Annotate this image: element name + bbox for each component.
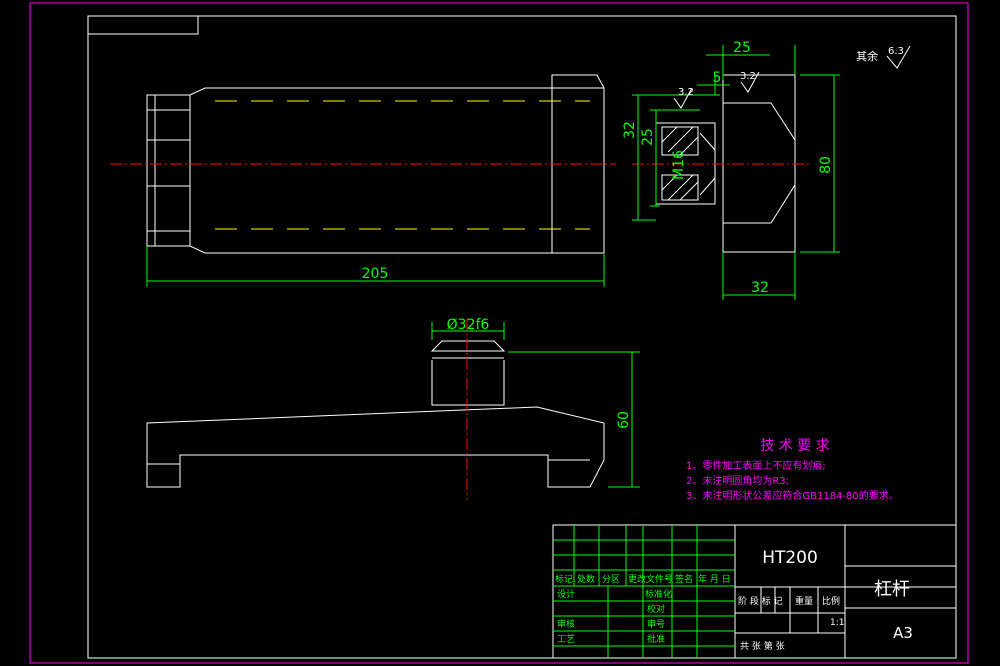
roughness-b-value: 3.2 bbox=[740, 71, 756, 82]
roughness-other-label: 其余 bbox=[856, 49, 878, 63]
front-hidden-lines bbox=[215, 100, 590, 230]
roughness-a-value: 3.2 bbox=[678, 87, 694, 98]
top-view bbox=[146, 340, 605, 488]
tb-review: 审核 bbox=[557, 618, 575, 630]
rev-h-1: 处数 bbox=[577, 573, 595, 585]
drawing-sheet: 205 25 5 80 32 32 25 M16 3.2 3.2 其余 6.3 … bbox=[29, 2, 969, 664]
roughness-other-value: 6.3 bbox=[888, 46, 904, 57]
title-block-grid bbox=[553, 525, 735, 658]
dim-5: 5 bbox=[713, 70, 722, 86]
dim-m16: M16 bbox=[671, 150, 687, 180]
tb-standardize: 标准化 bbox=[645, 588, 672, 600]
material: HT200 bbox=[762, 548, 818, 568]
stage-h-1: 重量 bbox=[795, 595, 813, 607]
tb-process: 工艺 bbox=[557, 634, 575, 645]
dim-shaft-diameter: Ø32f6 bbox=[447, 317, 490, 333]
sheet-count: 共 张 第 张 bbox=[740, 640, 785, 652]
side-dimensions bbox=[632, 45, 840, 300]
rev-h-5: 年 月 日 bbox=[698, 573, 731, 585]
rev-h-4: 签名 bbox=[675, 573, 693, 585]
stage-h-0: 阶 段 标 记 bbox=[738, 595, 783, 607]
sheet-size: A3 bbox=[893, 624, 913, 642]
part-name: 杠杆 bbox=[874, 579, 910, 600]
tech-title: 技 术 要 求 bbox=[760, 438, 829, 454]
dim-32-left: 32 bbox=[622, 121, 638, 139]
scale-value: 1:1 bbox=[830, 618, 844, 628]
inner-border bbox=[87, 15, 957, 659]
dim-32-bottom: 32 bbox=[751, 280, 769, 296]
rev-h-2: 分区 bbox=[602, 574, 620, 585]
rev-h-0: 标记 bbox=[555, 573, 573, 585]
code-box bbox=[87, 15, 199, 35]
tb-seal: 审号 bbox=[647, 618, 665, 630]
dim-60: 60 bbox=[616, 411, 632, 429]
tech-item-2: 2、未注明圆角均为R3; bbox=[686, 474, 789, 487]
dim-80: 80 bbox=[818, 156, 834, 174]
tech-item-3: 3、未注明形状公差应符合GB1184-80的要求。 bbox=[686, 489, 899, 502]
tb-check: 校对 bbox=[647, 603, 665, 615]
dim-25-left: 25 bbox=[640, 128, 656, 146]
dim-25-top: 25 bbox=[733, 40, 751, 56]
tech-item-1: 1、零件加工表面上不应有划痕; bbox=[686, 459, 826, 472]
outer-border bbox=[29, 2, 969, 664]
rev-h-3: 更改文件号 bbox=[628, 573, 673, 585]
tb-design: 设计 bbox=[557, 588, 575, 600]
dim-205-label: 205 bbox=[362, 266, 389, 282]
stage-h-2: 比例 bbox=[822, 595, 840, 607]
tb-approve: 批准 bbox=[647, 633, 665, 645]
